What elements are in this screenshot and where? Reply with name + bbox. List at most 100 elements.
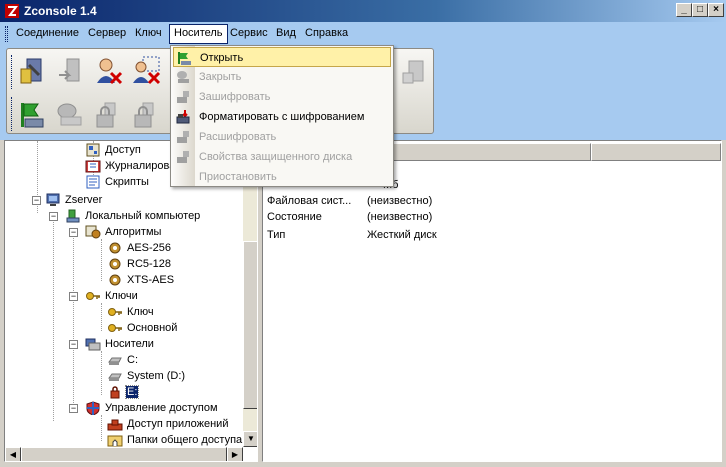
tree-node-drive-c[interactable]: C: [107,352,139,368]
tree-view[interactable]: Доступ Журналирование Скрипты − Zserver … [4,140,258,462]
tree-node-rc5128[interactable]: RC5-128 [107,256,172,272]
column-header-value[interactable]: ение [363,143,591,161]
format-encrypt-icon [176,110,190,124]
delete-user-group-button[interactable] [131,55,163,87]
menu-item-format-encrypt[interactable]: Форматировать с шифрованием [173,107,391,127]
access-control-icon [86,401,100,416]
menu-bar: Соединение Сервер Ключ Носитель Сервис В… [0,22,726,46]
menu-help[interactable]: Справка [301,25,352,43]
expander-keys[interactable]: − [69,292,78,301]
tree-node-keys[interactable]: Ключи [85,288,139,304]
close-disk-icon [177,71,189,83]
tree-node-drive-d[interactable]: System (D:) [107,368,186,384]
disk-properties-icon [177,151,189,163]
encrypt-media-icon [96,102,116,128]
delete-user-button[interactable] [93,55,125,87]
access-icon [86,143,100,157]
tree-node-main-key[interactable]: Основной [107,320,178,336]
expander-algorithms[interactable]: − [69,228,78,237]
gear-icon [109,258,121,270]
menu-key[interactable]: Ключ [131,25,166,43]
format-media-icon [134,102,154,128]
format-media-button[interactable] [129,99,161,131]
key-icon [108,308,122,317]
menu-item-close[interactable]: Закрыть [173,67,391,87]
app-icon [5,4,19,18]
scroll-right-button[interactable]: ▶ [227,447,243,461]
encrypt-media-button[interactable] [91,99,123,131]
tree-node-access-control[interactable]: Управление доступом [85,400,219,416]
tree-node-drive-e[interactable]: E: [107,384,140,400]
scroll-down-button[interactable]: ▼ [243,431,257,447]
scroll-thumb[interactable] [21,447,227,461]
disabled-key-button[interactable] [399,55,431,87]
title-bar: Zconsole 1.4 _ □ × [0,0,726,22]
tree-node-xtsaes[interactable]: XTS-AES [107,272,175,288]
decrypt-disk-icon [177,131,189,143]
toolbar-grip[interactable] [11,97,14,131]
tree-node-algorithms[interactable]: Алгоритмы [85,224,162,240]
server-icon [46,193,60,207]
close-media-icon [57,103,82,126]
menu-item-disk-properties[interactable]: Свойства защищенного диска [173,147,391,167]
details-pane: ение Мб Файловая сист... (неизвестно) Со… [262,140,722,462]
tree-node-local-computer[interactable]: Локальный компьютер [65,208,201,224]
scroll-thumb[interactable] [243,241,257,409]
tree-node-shared-folders[interactable]: Папки общего доступа [107,432,243,448]
tree-guide-line [101,239,102,281]
tree-node-app-access[interactable]: Доступ приложений [107,416,229,432]
menu-connection[interactable]: Соединение [12,25,83,43]
tree-node-key[interactable]: Ключ [107,304,155,320]
window-title: Zconsole 1.4 [24,4,97,18]
expander-zserver[interactable]: − [32,196,41,205]
property-value: (неизвестно) [367,211,433,223]
scroll-left-button[interactable]: ◀ [5,447,21,461]
toolbar-grip[interactable] [11,55,14,89]
property-name: Тип [267,229,286,241]
menu-item-open[interactable]: Открыть [173,47,391,67]
tree-guide-line [73,229,74,413]
server-settings-button[interactable] [17,55,49,87]
menu-server[interactable]: Сервер [84,25,130,43]
menu-item-decrypt[interactable]: Расшифровать [173,127,391,147]
open-disk-icon [178,52,191,65]
drive-icon [108,357,122,366]
drive-icon [108,373,122,382]
open-media-button[interactable] [15,99,47,131]
property-name: Файловая сист... [267,195,352,207]
tree-node-scripts[interactable]: Скрипты [85,174,150,190]
tree-node-aes256[interactable]: AES-256 [107,240,172,256]
computer-icon [66,209,80,223]
tree-guide-line [101,415,102,441]
expander-media[interactable]: − [69,340,78,349]
tree-node-zserver[interactable]: Zserver [45,192,103,208]
menu-media[interactable]: Носитель [169,24,228,44]
tree-horizontal-scrollbar[interactable]: ◀ ▶ [5,447,243,461]
menu-item-encrypt[interactable]: Зашифровать [173,87,391,107]
disabled-tool-button[interactable] [55,55,87,87]
media-dropdown-menu: Открыть Закрыть Зашифровать Форматироват… [170,45,394,187]
shared-folder-icon [107,435,123,447]
maximize-button[interactable]: □ [692,3,708,17]
menu-grip[interactable] [5,26,8,42]
menu-view[interactable]: Вид [272,25,300,43]
minimize-button[interactable]: _ [676,3,692,17]
expander-local-computer[interactable]: − [49,212,58,221]
app-access-icon [107,419,123,431]
tree-node-media[interactable]: Носители [85,336,155,352]
algorithms-icon [85,225,101,239]
tree-node-access[interactable]: Доступ [85,142,142,158]
delete-user-icon [97,58,123,85]
menu-item-pause[interactable]: Приостановить [173,167,391,187]
property-name: Состояние [267,211,322,223]
tree-guide-line [53,213,54,421]
expander-access-control[interactable]: − [69,404,78,413]
tree-guide-line [101,351,102,395]
server-settings-icon [20,58,42,84]
close-media-button[interactable] [53,99,85,131]
tree-guide-line [101,303,102,331]
key-icon [108,324,122,333]
locked-drive-icon [110,386,120,399]
menu-service[interactable]: Сервис [226,25,272,43]
close-button[interactable]: × [708,3,724,17]
